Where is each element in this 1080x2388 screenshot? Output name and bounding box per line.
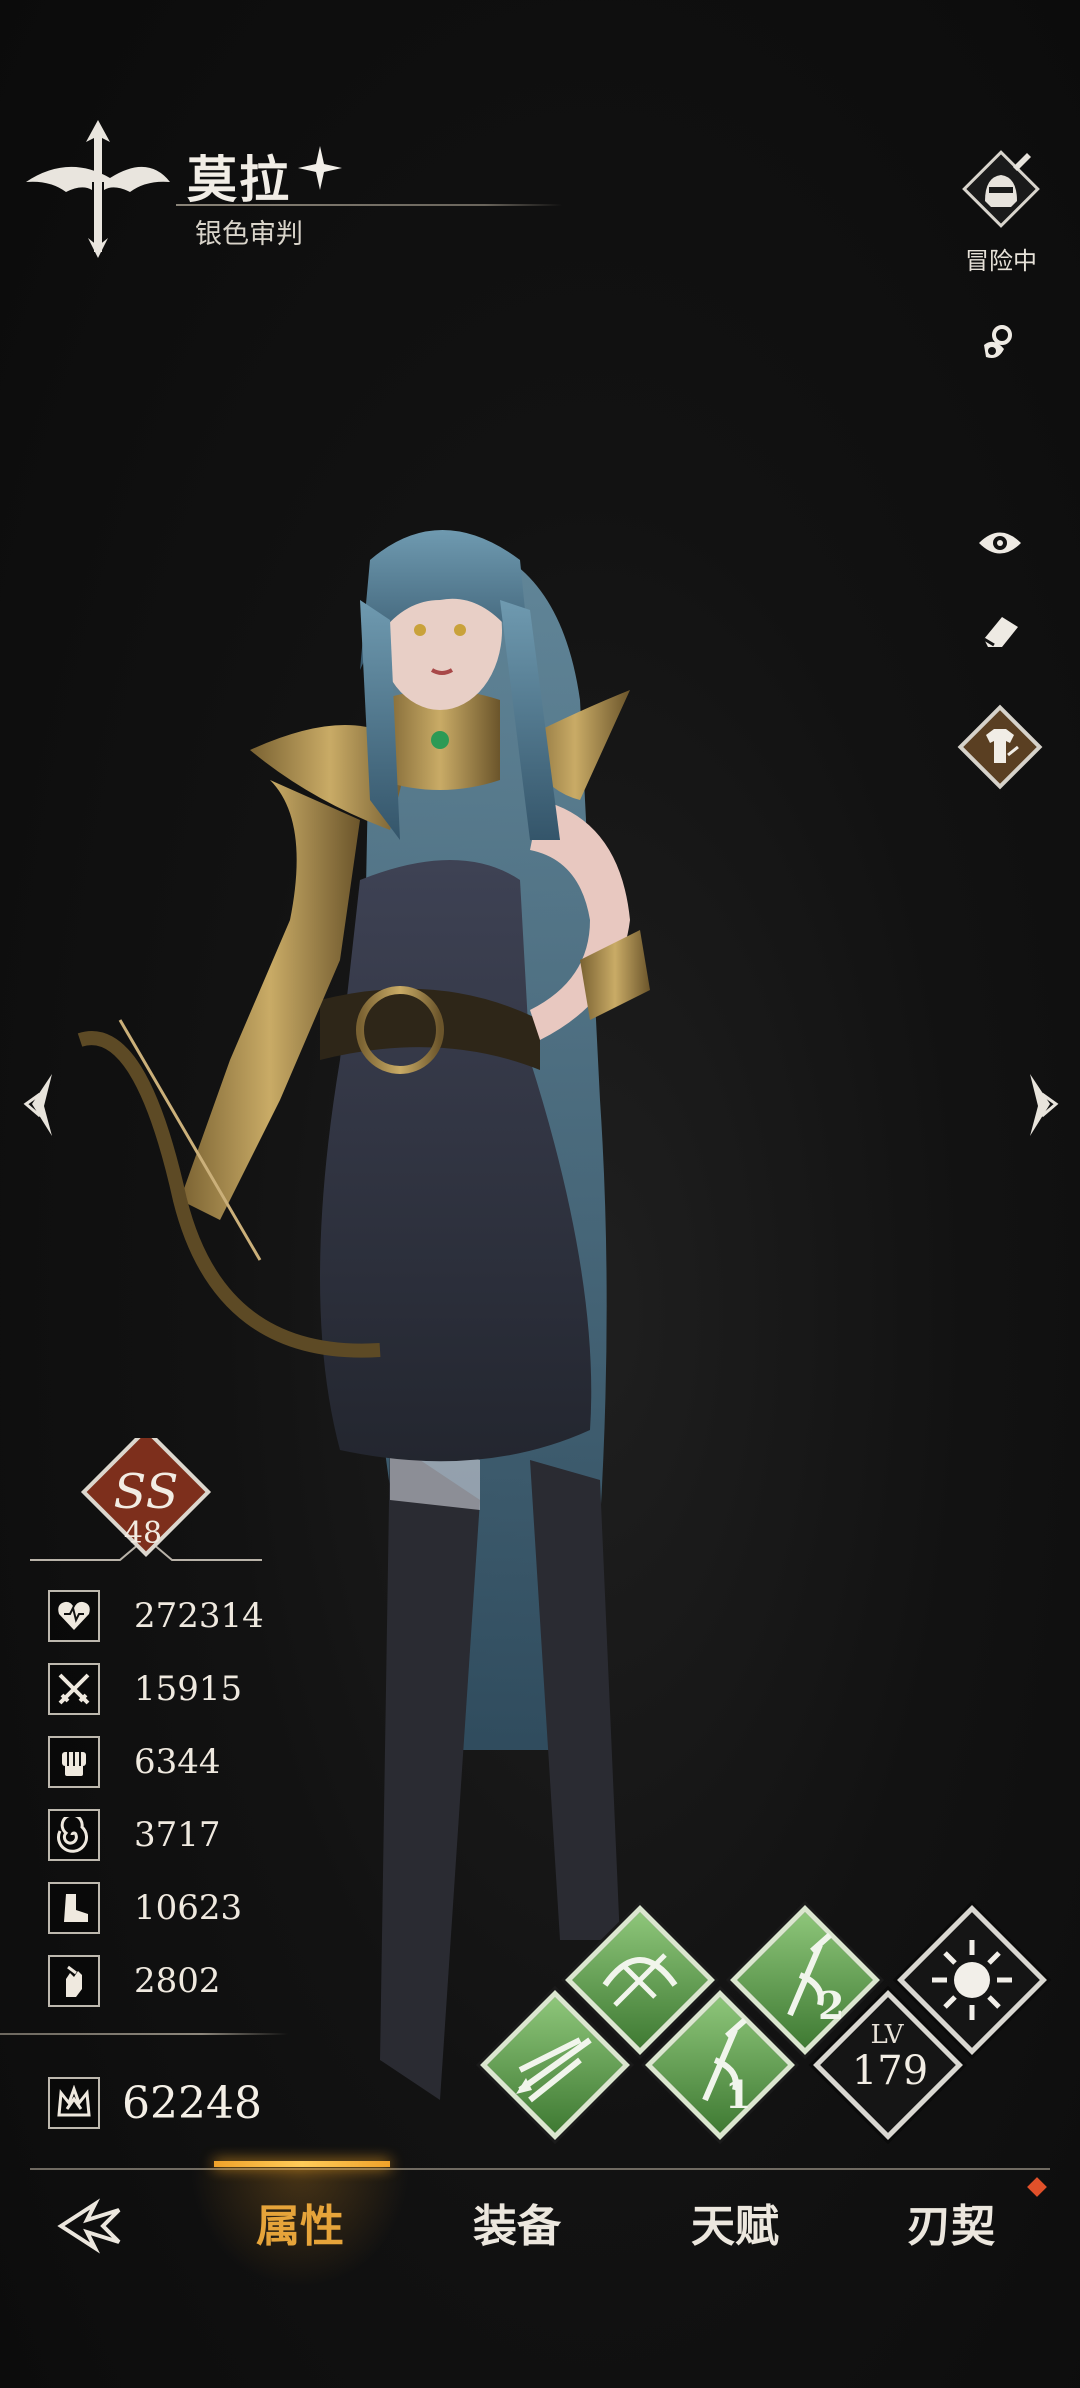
stat-value: 6344	[134, 1742, 221, 1782]
boot-icon	[48, 1882, 100, 1934]
bow-icon	[26, 120, 170, 258]
hand-icon	[48, 1955, 100, 2007]
active-tab-indicator	[214, 2161, 390, 2167]
stat-value: 10623	[134, 1888, 243, 1928]
status-label: 冒险中	[965, 247, 1037, 275]
rank-level: 48	[123, 1516, 163, 1551]
stat-value: 3717	[134, 1815, 221, 1855]
stats-divider	[0, 2033, 288, 2035]
stat-value: 272314	[134, 1596, 264, 1636]
crown-icon	[48, 2077, 100, 2129]
stat-value: 15915	[134, 1669, 243, 1709]
tab-attributes[interactable]: 属性	[225, 2190, 375, 2254]
skill-level-value: 179	[851, 2048, 929, 2094]
back-icon[interactable]	[55, 2190, 135, 2260]
combat-power-value: 62248	[122, 2077, 262, 2129]
stat-row-speed: 10623	[48, 1878, 348, 1938]
tab-equipment[interactable]: 装备	[442, 2190, 592, 2254]
combat-power: 62248	[48, 2070, 348, 2136]
previous-character-arrow-icon[interactable]	[22, 1070, 62, 1140]
skill-arrow-rain[interactable]	[480, 1990, 630, 2140]
fist-icon	[48, 1736, 100, 1788]
stat-row-swirl: 3717	[48, 1805, 348, 1865]
stat-row-attack: 15915	[48, 1659, 348, 1719]
name-divider	[176, 204, 562, 206]
stat-value: 2802	[134, 1961, 221, 2001]
eye-icon[interactable]	[973, 516, 1027, 570]
notification-dot	[1027, 2177, 1047, 2197]
stat-row-health: 272314	[48, 1586, 348, 1646]
knight-helmet-sword-icon[interactable]	[955, 143, 1047, 235]
stat-row-power: 6344	[48, 1732, 348, 1792]
stat-row-hand: 2802	[48, 1951, 348, 2011]
four-point-star-icon	[298, 146, 342, 190]
pacifier-icon[interactable]	[973, 316, 1027, 370]
swirl-icon	[48, 1809, 100, 1861]
character-name: 莫拉	[187, 150, 291, 209]
heart-icon	[48, 1590, 100, 1642]
skill-slot-1[interactable]: 1	[645, 1990, 795, 2140]
tab-talent[interactable]: 天赋	[660, 2190, 810, 2254]
crossed-swords-icon	[48, 1663, 100, 1715]
rank-grade: SS	[114, 1464, 179, 1520]
tab-blade-pact[interactable]: 刃契	[876, 2190, 1026, 2254]
character-title: 银色审判	[195, 219, 303, 250]
eraser-icon[interactable]	[973, 604, 1027, 658]
outfit-icon[interactable]	[950, 697, 1050, 797]
next-character-arrow-icon[interactable]	[1020, 1070, 1060, 1140]
skill-slot-number: 1	[725, 2072, 752, 2117]
rank-badge: SS	[30, 1438, 262, 1561]
skill-level-label: LV	[870, 2020, 904, 2050]
bottom-nav-divider	[30, 2168, 1050, 2170]
